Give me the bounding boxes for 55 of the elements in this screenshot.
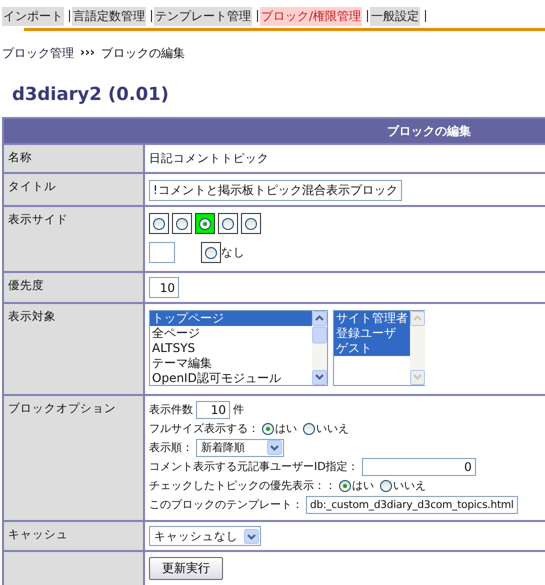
radio-option[interactable]: はい [339,478,374,493]
side-radio-cell[interactable] [201,242,221,263]
option-label: フルサイズ表示する： [149,421,259,436]
radio-option[interactable]: いいえ [303,421,349,436]
list-item[interactable]: テーマ編集 [150,356,312,371]
list-item[interactable]: サイト管理者 [334,311,410,326]
nav-tab[interactable]: インポート [2,6,64,26]
template-field[interactable]: db:_custom_d3diary_d3com_topics.html [306,496,518,514]
table-cell: 日記コメントトピック [144,144,545,173]
page-listbox[interactable]: トップページ 全ページ ALTSYS テーマ編集 OpenID認可モジュール [149,310,328,386]
field-label: 表示サイド [3,206,144,272]
radio-label: なし [221,245,245,260]
count-field[interactable]: 10 [196,400,230,418]
option-label: チェックしたトピックの優先表示：： [149,478,336,493]
unit-label: 件 [233,402,244,417]
field-label: タイトル [3,173,144,206]
list-item[interactable]: ALTSYS [150,341,312,356]
side-radio-cell[interactable] [195,213,215,234]
weight-field[interactable]: 10 [149,277,179,298]
list-item[interactable]: OpenID認可モジュール [150,371,312,386]
breadcrumb-current: ブロックの編集 [100,45,185,62]
table-header: ブロックの編集 [3,118,545,144]
field-label: 表示対象 [3,303,144,395]
field-label: 優先度 [3,272,144,303]
option-label: このブロックのテンプレート： [149,497,303,512]
field-label: ブロックオプション [3,395,144,521]
nav-tab[interactable]: 言語定数管理 [72,6,146,26]
user-id-field[interactable]: 0 [362,458,476,476]
list-item[interactable]: ゲスト [334,341,410,356]
list-item[interactable]: 登録ユーザ [334,326,410,341]
option-label: コメント表示する元記事ユーザーID指定： [149,459,359,474]
submit-button[interactable]: 更新実行 [149,557,223,580]
title-field[interactable]: !コメントと掲示板トピック混合表示ブロック [149,180,402,201]
radio-option[interactable]: いいえ [380,478,426,493]
radio-option[interactable]: はい [262,421,297,436]
option-label: 表示順： [149,440,193,455]
nav-tab[interactable]: テンプレート管理 [154,6,252,26]
breadcrumb-link[interactable]: ブロック管理 [2,45,74,62]
empty-slot [149,242,175,263]
nav-tab[interactable]: ブロック/権限管理 [260,6,362,26]
side-radio-cell[interactable] [241,213,261,234]
list-item[interactable]: 全ページ [150,326,312,341]
cache-select[interactable]: キャッシュなし [149,526,261,546]
module-title: d3diary2 (0.01) [12,84,170,105]
field-label: キャッシュ [3,521,144,551]
option-label: 表示件数 [149,402,193,417]
sort-select[interactable]: 新着降順 [196,438,284,456]
side-radio-cell[interactable] [218,213,238,234]
side-radio-cell[interactable] [149,213,169,234]
side-radio-cell[interactable] [172,213,192,234]
group-listbox[interactable]: サイト管理者 登録ユーザ ゲスト [333,310,425,386]
nav-tab[interactable]: 一般設定 [370,6,420,26]
list-item[interactable]: トップページ [150,311,312,326]
breadcrumb-separator: ››› [80,45,95,61]
field-label: 名称 [3,144,144,173]
